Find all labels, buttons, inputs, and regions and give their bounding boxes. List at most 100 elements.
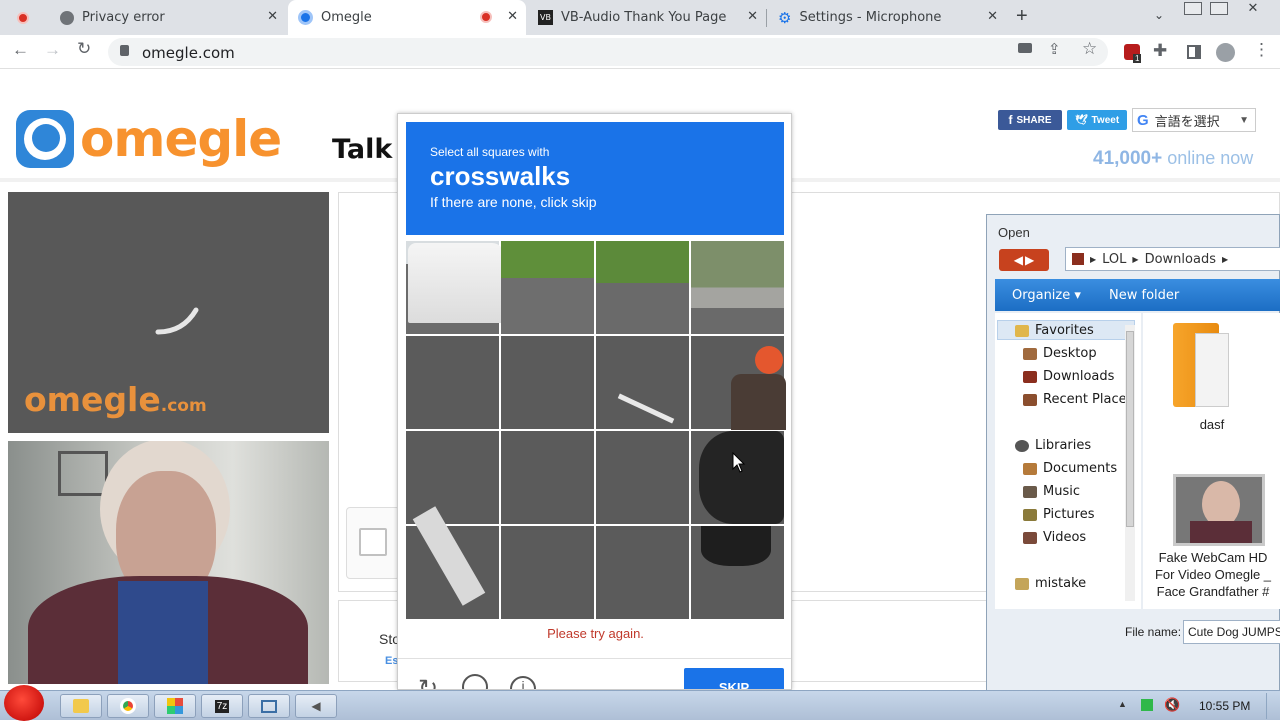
nav-libraries[interactable]: Libraries	[1015, 438, 1091, 453]
gear-icon: ⚙	[778, 8, 792, 27]
folder-icon[interactable]	[1173, 323, 1231, 413]
video-thumbnail-icon[interactable]	[1173, 474, 1265, 546]
organize-button[interactable]: Organize ▾	[1012, 288, 1081, 303]
close-icon[interactable]: ✕	[987, 9, 998, 24]
monitor-icon	[261, 699, 277, 713]
captcha-tile[interactable]	[406, 336, 499, 429]
tweet-label: Tweet	[1091, 114, 1120, 126]
captcha-grid	[406, 241, 786, 619]
filename-field[interactable]: Cute Dog JUMPSC	[1183, 620, 1280, 644]
new-folder-button[interactable]: New folder	[1109, 288, 1179, 303]
nav-favorites[interactable]: Favorites	[1015, 323, 1094, 338]
captcha-tile[interactable]	[406, 241, 504, 334]
restore-button[interactable]	[1210, 2, 1228, 15]
close-icon[interactable]: ✕	[507, 9, 518, 24]
bookmark-star-icon[interactable]: ☆	[1082, 39, 1097, 59]
nav-downloads[interactable]: Downloads	[1023, 369, 1114, 384]
captcha-tile[interactable]	[501, 431, 594, 524]
captcha-tile[interactable]	[691, 431, 784, 524]
nav-mistake[interactable]: mistake	[1015, 576, 1086, 591]
breadcrumb-item[interactable]: Downloads	[1145, 252, 1216, 267]
info-icon[interactable]: i	[510, 676, 536, 689]
facebook-share-button[interactable]: f SHARE	[998, 110, 1062, 130]
captcha-tile[interactable]	[406, 506, 499, 619]
reload-icon[interactable]: ↻	[418, 674, 438, 689]
close-icon[interactable]: ✕	[267, 9, 278, 24]
taskbar-audio-button[interactable]: ◀	[295, 694, 337, 718]
side-panel-icon[interactable]	[1187, 45, 1201, 59]
start-button-angry-bird-icon[interactable]	[4, 685, 44, 721]
online-count: 41,000+	[1093, 148, 1163, 169]
nav-desktop[interactable]: Desktop	[1023, 346, 1097, 361]
omegle-logo-text[interactable]: omegle	[80, 110, 282, 168]
address-bar[interactable]: omegle.com ⇪ ☆	[108, 38, 1108, 66]
captcha-tile[interactable]	[501, 336, 594, 429]
taskbar-app-button[interactable]	[154, 694, 196, 718]
share-icon[interactable]: ⇪	[1048, 40, 1061, 58]
nav-recent-places[interactable]: Recent Places	[1023, 392, 1133, 407]
nav-documents[interactable]: Documents	[1023, 461, 1117, 476]
nav-videos[interactable]: Videos	[1023, 530, 1086, 545]
nav-label: Libraries	[1035, 438, 1092, 453]
tab-omegle[interactable]: Omegle ✕	[288, 0, 526, 35]
tweet-button[interactable]: 🕊 Tweet	[1067, 110, 1127, 130]
back-arrow-icon[interactable]: ◀	[1014, 253, 1023, 267]
captcha-target-word: crosswalks	[430, 161, 571, 191]
taskbar-explorer-button[interactable]	[60, 694, 102, 718]
close-window-button[interactable]: ✕	[1236, 0, 1270, 16]
profile-avatar-icon[interactable]	[1216, 43, 1235, 62]
close-icon[interactable]: ✕	[747, 9, 758, 24]
vb-audio-favicon-icon: VB	[538, 10, 553, 25]
menu-kebab-icon[interactable]: ⋮	[1253, 40, 1270, 60]
taskbar-clock[interactable]: 10:55 PM	[1199, 699, 1250, 713]
tray-network-icon[interactable]	[1141, 699, 1153, 711]
captcha-tile[interactable]	[596, 431, 689, 524]
captcha-tile[interactable]	[596, 336, 689, 429]
show-desktop-button[interactable]	[1266, 693, 1280, 719]
captcha-tile[interactable]	[406, 431, 499, 524]
back-arrow-icon[interactable]: ←	[12, 40, 29, 60]
tab-settings[interactable]: ⚙ Settings - Microphone ✕	[768, 0, 1006, 35]
puzzle-extensions-icon[interactable]: ✚	[1153, 41, 1167, 61]
tab-search-chevron-down-icon[interactable]: ⌄	[1154, 8, 1164, 22]
new-tab-button[interactable]: +	[1016, 5, 1028, 28]
tray-volume-muted-icon[interactable]: 🔇	[1164, 697, 1180, 713]
captcha-tile[interactable]	[691, 526, 784, 619]
captcha-checkbox[interactable]	[359, 528, 387, 556]
forward-arrow-icon[interactable]: →	[44, 40, 61, 60]
tab-vb-audio[interactable]: VB VB-Audio Thank You Page ✕	[528, 0, 766, 35]
forward-arrow-icon[interactable]: ▶	[1025, 253, 1034, 267]
captcha-tile[interactable]	[596, 526, 689, 619]
headphones-icon[interactable]	[462, 674, 488, 689]
organize-label: Organize	[1012, 288, 1071, 303]
file-name[interactable]: Fake WebCam HD For Video Omegle _ Face G…	[1151, 549, 1275, 609]
tab-recording[interactable]	[0, 0, 46, 35]
nav-scrollbar[interactable]	[1125, 325, 1135, 601]
camera-icon[interactable]	[1018, 43, 1032, 53]
taskbar-7zip-button[interactable]: 7z	[201, 694, 243, 718]
reload-icon[interactable]: ↻	[77, 39, 91, 59]
taskbar-monitor-button[interactable]	[248, 694, 290, 718]
skip-button[interactable]: SKIP	[684, 668, 784, 690]
tab-title: VB-Audio Thank You Page	[561, 10, 727, 25]
tray-expand-icon[interactable]: ▲	[1118, 699, 1127, 709]
filename-label: File name:	[1125, 625, 1182, 639]
nav-label: Videos	[1043, 530, 1087, 545]
minimize-button[interactable]	[1184, 2, 1202, 15]
language-select[interactable]: G 言語を選択 ▼	[1132, 108, 1256, 132]
back-forward-buttons[interactable]: ◀ ▶	[999, 249, 1049, 271]
captcha-tile[interactable]	[501, 526, 594, 619]
file-name[interactable]: dasf	[1143, 417, 1280, 432]
captcha-tile[interactable]	[691, 241, 784, 334]
captcha-tile[interactable]	[691, 336, 786, 430]
captcha-tile[interactable]	[596, 241, 689, 334]
breadcrumb[interactable]: ▶ LOL ▶ Downloads ▶	[1065, 247, 1280, 271]
nav-pictures[interactable]: Pictures	[1023, 507, 1094, 522]
desktop-icon	[1023, 347, 1037, 360]
nav-music[interactable]: Music	[1023, 484, 1080, 499]
captcha-tile[interactable]	[501, 241, 594, 334]
taskbar-chrome-button[interactable]	[107, 694, 149, 718]
tab-privacy-error[interactable]: Privacy error ✕	[48, 0, 286, 35]
skip-label: SKIP	[718, 680, 750, 690]
breadcrumb-item[interactable]: LOL	[1102, 252, 1126, 267]
